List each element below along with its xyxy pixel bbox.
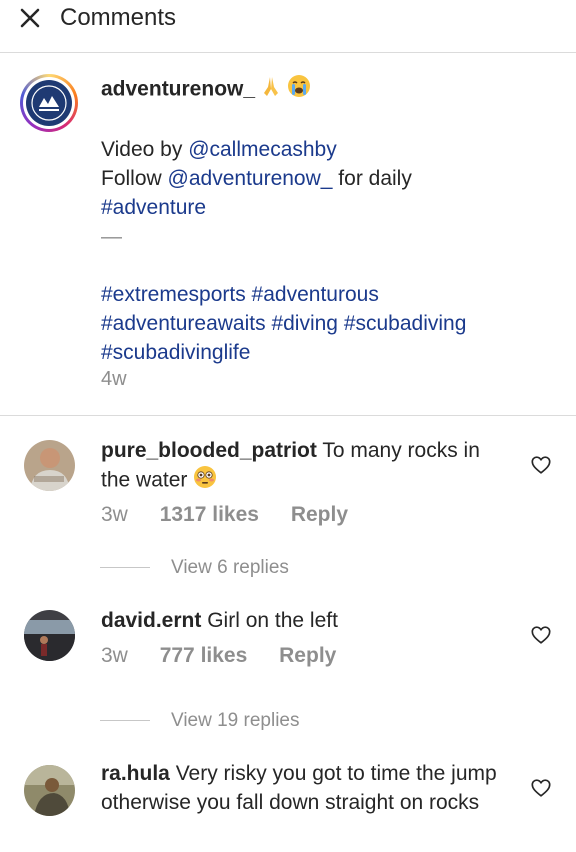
heart-icon[interactable] (530, 454, 552, 476)
view-replies-label[interactable]: View 19 replies (171, 710, 300, 732)
reply-button[interactable]: Reply (291, 503, 348, 526)
comment-meta: 3w 777 likes Reply (101, 644, 336, 668)
heart-icon[interactable] (530, 777, 552, 799)
reply-divider (100, 720, 150, 721)
view-replies-label[interactable]: View 6 replies (171, 557, 289, 579)
post-caption: adventurenow_ Video by @callmecashby Fol… (0, 54, 576, 416)
reply-button[interactable]: Reply (279, 644, 336, 667)
caption-line2-prefix: Follow (101, 167, 168, 190)
heart-icon[interactable] (530, 624, 552, 646)
caption-username[interactable]: adventurenow_ (101, 78, 255, 101)
comment-body: Girl on the left (207, 609, 338, 632)
caption-line2-suffix: for daily (332, 167, 412, 190)
hashtag-line[interactable]: #adventureawaits #diving #scubadiving (101, 309, 541, 338)
hashtag-line[interactable]: #scubadivinglife (101, 338, 541, 367)
caption-line1-prefix: Video by (101, 138, 189, 161)
page-title: Comments (60, 4, 177, 31)
caption-separator: — (101, 225, 122, 248)
caption-text: adventurenow_ Video by @callmecashby Fol… (101, 74, 541, 367)
comment-meta: 3w 1317 likes Reply (101, 503, 348, 527)
flushed-face-emoji (193, 465, 217, 497)
comment-text: pure_blooded_patriot To many rocks in th… (101, 436, 511, 497)
reply-divider (100, 567, 150, 568)
comment-timestamp: 3w (101, 503, 128, 526)
avatar[interactable] (24, 765, 75, 816)
crying-face-emoji (287, 74, 311, 106)
close-icon[interactable] (18, 6, 42, 30)
hashtag-line[interactable]: #extremesports #adventurous (101, 280, 541, 309)
likes-count[interactable]: 1317 likes (160, 503, 259, 526)
hashtag-link[interactable]: #adventure (101, 196, 206, 219)
mention-link[interactable]: @adventurenow_ (168, 167, 333, 190)
avatar[interactable] (20, 74, 78, 132)
comment-text: david.ernt Girl on the left (101, 606, 511, 635)
comment-text: ra.hula Very risky you got to time the j… (101, 759, 511, 817)
avatar[interactable] (24, 610, 75, 661)
folded-hands-emoji (261, 75, 281, 105)
comment-timestamp: 3w (101, 644, 128, 667)
mention-link[interactable]: @callmecashby (188, 138, 337, 161)
avatar[interactable] (24, 440, 75, 491)
comment-username[interactable]: david.ernt (101, 609, 201, 632)
comments-header: Comments (0, 0, 576, 53)
caption-timestamp: 4w (101, 368, 127, 390)
comment-username[interactable]: ra.hula (101, 762, 170, 785)
likes-count[interactable]: 777 likes (160, 644, 248, 667)
comment-username[interactable]: pure_blooded_patriot (101, 439, 317, 462)
adventurenow-logo (26, 80, 72, 126)
